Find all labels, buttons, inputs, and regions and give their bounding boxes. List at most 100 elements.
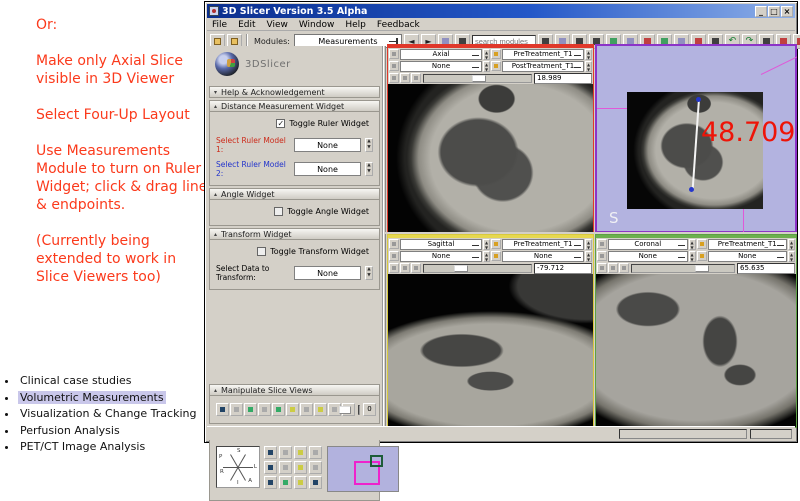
sagittal-orientation-select[interactable]: Sagittal xyxy=(400,239,482,250)
foreground-layer-icon[interactable] xyxy=(697,239,707,249)
ruler-endpoint[interactable] xyxy=(689,187,694,192)
sagittal-offset-field[interactable]: -79.712 xyxy=(534,263,592,274)
spinner[interactable]: ▲▼ xyxy=(689,239,696,250)
zoom-out-icon[interactable] xyxy=(309,461,322,474)
slice-opacity-slider[interactable] xyxy=(358,405,360,415)
menu-view[interactable]: View xyxy=(267,20,288,30)
slice-link-icon[interactable] xyxy=(389,239,399,249)
spinner[interactable]: ▲▼ xyxy=(483,61,490,72)
menu-help[interactable]: Help xyxy=(345,20,366,30)
slice-reset-button[interactable]: 0 xyxy=(363,403,376,416)
axial-offset-field[interactable]: 18.989 xyxy=(534,73,592,84)
spinner[interactable]: ▲▼ xyxy=(585,49,592,60)
menu-feedback[interactable]: Feedback xyxy=(377,20,420,30)
slice-crosshair-icon[interactable] xyxy=(300,403,313,416)
ruler-model1-spinner[interactable]: ▲▼ xyxy=(365,138,373,152)
spinner[interactable]: ▲▼ xyxy=(585,251,592,262)
axial-orientation-select[interactable]: Axial xyxy=(400,49,482,60)
panel-splitter[interactable] xyxy=(383,46,386,428)
spinner[interactable]: ▲▼ xyxy=(788,239,795,250)
labelmap-layer-icon[interactable] xyxy=(389,251,399,261)
slice-fit-icon[interactable] xyxy=(411,263,421,273)
background-color-icon[interactable] xyxy=(309,476,322,489)
slice-views-section-header[interactable]: ▴ Manipulate Slice Views xyxy=(209,384,380,396)
axial-background-select[interactable]: PostTreatment_T1 xyxy=(502,61,584,72)
ruler-model2-select[interactable]: None xyxy=(294,162,361,176)
coronal-foreground-select[interactable]: PreTreatment_T1 xyxy=(708,239,788,250)
slice-label-opacity-icon[interactable] xyxy=(244,403,257,416)
background-layer-icon[interactable] xyxy=(491,61,501,71)
axial-foreground-select[interactable]: PreTreatment_T1 xyxy=(502,49,584,60)
viewer-3d-canvas[interactable]: 48.709 S xyxy=(595,44,797,233)
sagittal-labelmap-select[interactable]: None xyxy=(400,251,482,262)
toggle-ruler-checkbox[interactable]: ✓ xyxy=(276,119,285,128)
sagittal-slice-image[interactable] xyxy=(388,274,593,427)
foreground-layer-icon[interactable] xyxy=(491,49,501,59)
spinner[interactable]: ▲▼ xyxy=(483,49,490,60)
title-bar[interactable]: 3D Slicer Version 3.5 Alpha _ □ × xyxy=(207,4,795,18)
spinner[interactable]: ▲▼ xyxy=(483,239,490,250)
slice-visibility-icon[interactable] xyxy=(400,263,410,273)
spinner[interactable]: ▲▼ xyxy=(788,251,795,262)
slice-grid-icon[interactable] xyxy=(314,403,327,416)
toggle-angle-checkbox[interactable] xyxy=(274,207,283,216)
snapshot-icon[interactable] xyxy=(294,461,307,474)
sagittal-offset-slider[interactable] xyxy=(423,264,532,273)
transform-data-select[interactable]: None xyxy=(294,266,361,280)
spinner[interactable]: ▲▼ xyxy=(585,61,592,72)
axial-slice-image[interactable] xyxy=(388,84,593,232)
sagittal-foreground-select[interactable]: PreTreatment_T1 xyxy=(502,239,584,250)
slice-options-icon[interactable] xyxy=(389,263,399,273)
visibility-icon[interactable] xyxy=(279,476,292,489)
distance-section-header[interactable]: ▴ Distance Measurement Widget xyxy=(209,100,380,112)
sagittal-background-select[interactable]: None xyxy=(502,251,584,262)
slice-link-icon[interactable] xyxy=(597,239,607,249)
slice-fit-icon[interactable] xyxy=(230,403,243,416)
spinner[interactable]: ▲▼ xyxy=(689,251,696,262)
ruler-endpoint[interactable] xyxy=(696,97,701,102)
toggle-transform-checkbox[interactable] xyxy=(257,247,266,256)
spinner[interactable]: ▲▼ xyxy=(585,239,592,250)
rock-view-icon[interactable] xyxy=(264,461,277,474)
center-view-icon[interactable] xyxy=(279,461,292,474)
slice-visibility-icon[interactable] xyxy=(608,263,618,273)
slice-visibility-icon[interactable] xyxy=(400,73,410,83)
menu-window[interactable]: Window xyxy=(299,20,335,30)
orientation-compass[interactable]: S I P L R A xyxy=(216,446,260,488)
slice-options-icon[interactable] xyxy=(597,263,607,273)
coronal-offset-field[interactable]: 65.635 xyxy=(737,263,795,274)
coronal-background-select[interactable]: None xyxy=(708,251,788,262)
foreground-layer-icon[interactable] xyxy=(491,239,501,249)
slice-options-icon[interactable] xyxy=(389,73,399,83)
ruler-model2-spinner[interactable]: ▲▼ xyxy=(365,162,373,176)
angle-section-header[interactable]: ▴ Angle Widget xyxy=(209,188,380,200)
maximize-button[interactable]: □ xyxy=(768,6,780,17)
ruler-model1-select[interactable]: None xyxy=(294,138,361,152)
close-button[interactable]: × xyxy=(781,6,793,17)
labelmap-layer-icon[interactable] xyxy=(389,61,399,71)
slice-annotation-icon[interactable] xyxy=(286,403,299,416)
stereo-icon[interactable] xyxy=(294,476,307,489)
transform-section-header[interactable]: ▴ Transform Widget xyxy=(209,228,380,240)
background-layer-icon[interactable] xyxy=(491,251,501,261)
slice-fit-icon[interactable] xyxy=(411,73,421,83)
axial-offset-slider[interactable] xyxy=(423,74,532,83)
labelmap-layer-icon[interactable] xyxy=(597,251,607,261)
transform-data-spinner[interactable]: ▲▼ xyxy=(365,266,373,280)
spinner[interactable]: ▲▼ xyxy=(483,251,490,262)
menu-file[interactable]: File xyxy=(212,20,227,30)
slice-visibility-icon[interactable] xyxy=(216,403,229,416)
menu-edit[interactable]: Edit xyxy=(238,20,255,30)
slice-link-icon[interactable] xyxy=(389,49,399,59)
look-from-icon[interactable] xyxy=(264,476,277,489)
coronal-labelmap-select[interactable]: None xyxy=(608,251,688,262)
coronal-orientation-select[interactable]: Coronal xyxy=(608,239,688,250)
help-section-header[interactable]: ▾ Help & Acknowledgement xyxy=(209,86,380,98)
coronal-slice-image[interactable] xyxy=(596,274,796,427)
slice-fit-icon[interactable] xyxy=(619,263,629,273)
axial-labelmap-select[interactable]: None xyxy=(400,61,482,72)
minimize-button[interactable]: _ xyxy=(755,6,767,17)
slice-link-icon[interactable] xyxy=(258,403,271,416)
slice-layout-icon[interactable] xyxy=(272,403,285,416)
background-layer-icon[interactable] xyxy=(697,251,707,261)
